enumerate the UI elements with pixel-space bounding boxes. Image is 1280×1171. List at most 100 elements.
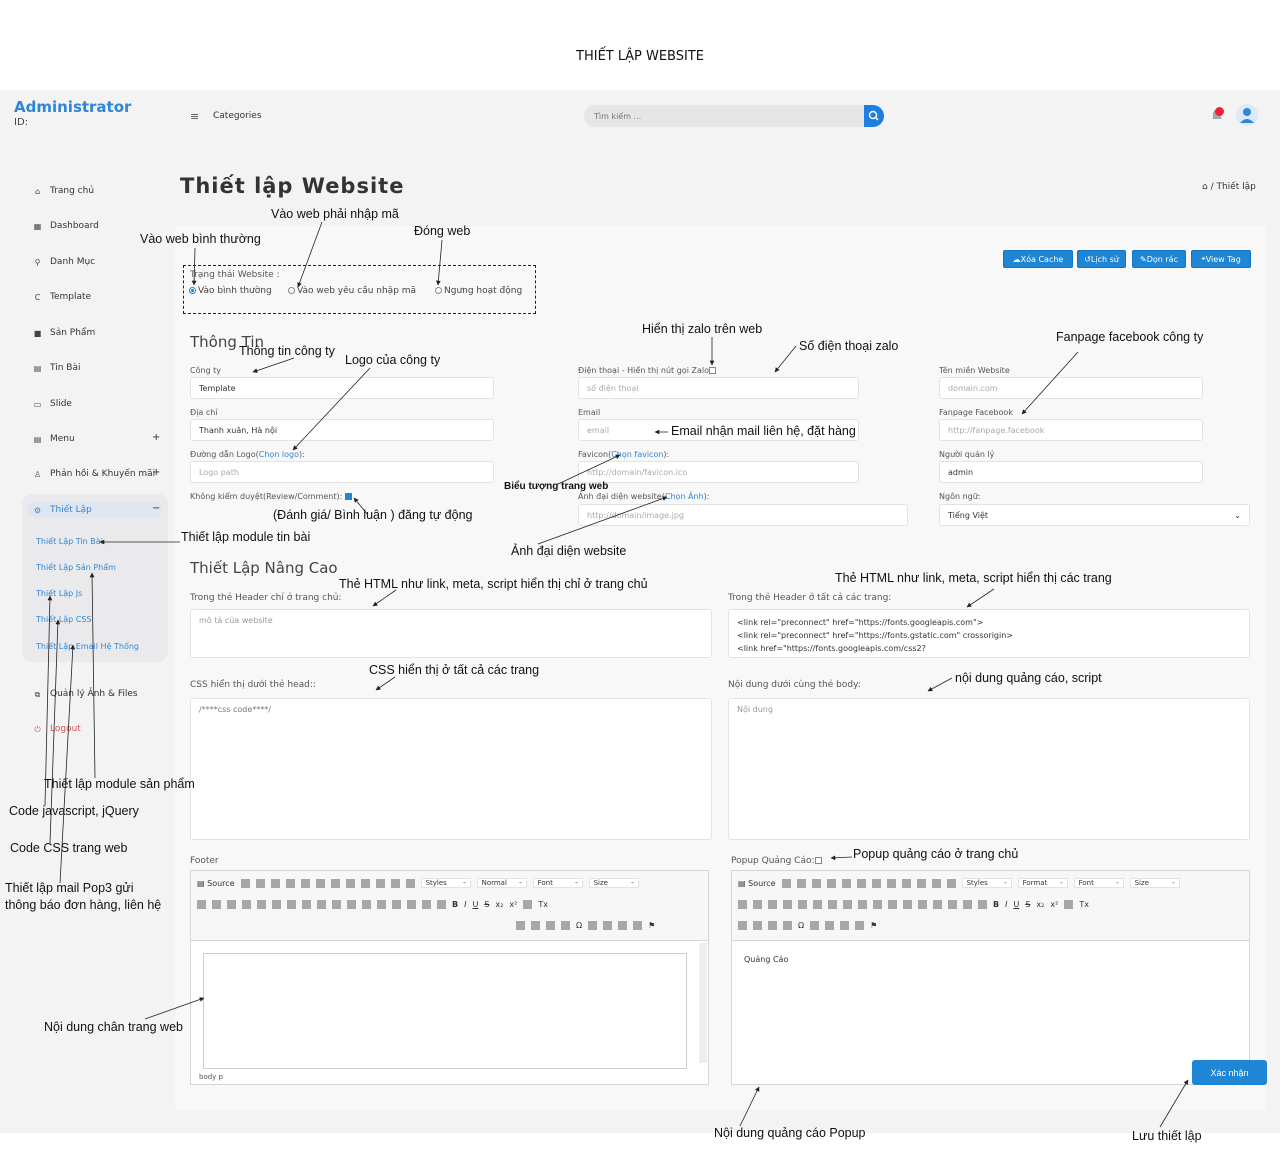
new-page-icon[interactable] bbox=[255, 878, 265, 888]
smiley-icon[interactable] bbox=[783, 921, 792, 930]
language-select[interactable]: Tiếng Việt ⌄ bbox=[939, 504, 1250, 526]
paste-text-icon[interactable] bbox=[360, 878, 370, 888]
fanpage-input[interactable]: http://fanpage.facebook bbox=[939, 419, 1203, 441]
choose-logo-link[interactable]: Chọn logo bbox=[259, 450, 299, 459]
table-icon[interactable] bbox=[753, 921, 762, 930]
paste-icon[interactable] bbox=[886, 878, 896, 888]
language-icon[interactable] bbox=[437, 900, 446, 909]
maximize-icon[interactable] bbox=[768, 900, 777, 909]
expand-menu-icon[interactable]: + bbox=[152, 432, 160, 443]
align-right-icon[interactable] bbox=[377, 900, 386, 909]
submenu-news-settings[interactable]: Thiết Lập Tin Bài bbox=[36, 537, 103, 546]
div-icon[interactable] bbox=[873, 900, 882, 909]
align-center-icon[interactable] bbox=[903, 900, 912, 909]
header-home-textarea[interactable]: mô tả của website bbox=[190, 609, 712, 658]
underline-icon[interactable]: U bbox=[1013, 900, 1019, 909]
submit-button[interactable]: Xác nhận bbox=[1192, 1060, 1267, 1085]
preview-icon[interactable] bbox=[811, 878, 821, 888]
underline-icon[interactable]: U bbox=[472, 900, 478, 909]
view-tag-button[interactable]: ⌖ View Tag bbox=[1191, 250, 1251, 268]
image-icon[interactable] bbox=[516, 921, 525, 930]
sidebar-item-products[interactable]: ■ Sản Phẩm bbox=[33, 328, 96, 338]
sidebar-item-feedback[interactable]: ♙ Phản hồi & Khuyến mãi bbox=[33, 469, 155, 479]
rtl-icon[interactable] bbox=[422, 900, 431, 909]
strike-icon[interactable]: S bbox=[1025, 900, 1030, 909]
link-icon[interactable] bbox=[618, 921, 628, 930]
clean-trash-button[interactable]: ✎ Dọn rác bbox=[1132, 250, 1186, 268]
ltr-icon[interactable] bbox=[407, 900, 416, 909]
bold-icon[interactable]: B bbox=[993, 900, 999, 909]
submenu-css-settings[interactable]: Thiết Lập CSS bbox=[36, 615, 92, 624]
subscript-icon[interactable]: x₂ bbox=[495, 900, 503, 909]
bulleted-list-icon[interactable] bbox=[813, 900, 822, 909]
italic-icon[interactable]: I bbox=[1005, 900, 1007, 909]
redo-icon[interactable] bbox=[405, 878, 415, 888]
bg-color-icon[interactable] bbox=[753, 900, 762, 909]
menu-toggle-icon[interactable]: ≡ bbox=[190, 110, 199, 123]
favicon-input[interactable]: http://domain/favicon.ico bbox=[578, 461, 859, 483]
pagebreak-icon[interactable] bbox=[588, 921, 598, 930]
format-select[interactable]: Format - bbox=[1017, 878, 1068, 888]
italic-icon[interactable]: I bbox=[464, 900, 466, 909]
size-select[interactable]: Size - bbox=[588, 878, 639, 888]
image-icon[interactable] bbox=[738, 921, 747, 930]
text-color-icon[interactable] bbox=[197, 900, 206, 909]
admin-input[interactable]: admin bbox=[939, 461, 1203, 483]
indent-icon[interactable] bbox=[302, 900, 311, 909]
header-all-textarea[interactable]: <link rel="preconnect" href="https://fon… bbox=[728, 609, 1250, 658]
expand-feedback-icon[interactable]: + bbox=[152, 467, 160, 478]
save-icon[interactable] bbox=[781, 878, 791, 888]
image-input[interactable]: http://domain/image.jpg bbox=[578, 504, 908, 526]
numbered-list-icon[interactable] bbox=[257, 900, 266, 909]
cut-icon[interactable] bbox=[315, 878, 325, 888]
save-icon[interactable] bbox=[240, 878, 250, 888]
sidebar-item-slide[interactable]: ▭ Slide bbox=[33, 399, 72, 409]
sidebar-item-menu[interactable]: ▤ Menu bbox=[33, 434, 75, 444]
superscript-icon[interactable]: x² bbox=[509, 900, 517, 909]
anchor-icon[interactable]: ⚑ bbox=[648, 921, 655, 930]
table-icon[interactable] bbox=[531, 921, 540, 930]
redo-icon[interactable] bbox=[946, 878, 956, 888]
align-right-icon[interactable] bbox=[918, 900, 927, 909]
bulleted-list-icon[interactable] bbox=[272, 900, 281, 909]
status-normal-radio[interactable]: Vào bình thường bbox=[189, 286, 272, 296]
special-char-icon[interactable]: Ω bbox=[798, 921, 804, 930]
undo-icon[interactable] bbox=[931, 878, 941, 888]
home-icon[interactable]: ⌂ bbox=[1202, 182, 1211, 192]
div-icon[interactable] bbox=[332, 900, 341, 909]
outdent-icon[interactable] bbox=[287, 900, 296, 909]
styles-select[interactable]: Styles - bbox=[420, 878, 471, 888]
align-center-icon[interactable] bbox=[362, 900, 371, 909]
show-blocks-icon[interactable] bbox=[242, 900, 251, 909]
sidebar-item-news[interactable]: ▤ Tin Bài bbox=[33, 363, 81, 373]
submenu-product-settings[interactable]: Thiết Lập Sản Phẩm bbox=[36, 563, 116, 572]
user-avatar-icon[interactable] bbox=[1236, 104, 1258, 126]
styles-select[interactable]: Styles - bbox=[961, 878, 1012, 888]
copy-icon[interactable] bbox=[330, 878, 340, 888]
hr-icon[interactable] bbox=[768, 921, 777, 930]
new-page-icon[interactable] bbox=[796, 878, 806, 888]
outdent-icon[interactable] bbox=[828, 900, 837, 909]
font-select[interactable]: Font - bbox=[1073, 878, 1124, 888]
align-left-icon[interactable] bbox=[347, 900, 356, 909]
categories-link[interactable]: Categories bbox=[213, 111, 262, 121]
collapse-settings-icon[interactable]: − bbox=[152, 503, 160, 514]
domain-input[interactable]: domain.com bbox=[939, 377, 1203, 399]
anchor-icon[interactable]: ⚑ bbox=[870, 921, 877, 930]
strike-icon[interactable]: S bbox=[484, 900, 489, 909]
source-button[interactable]: ▤ Source bbox=[197, 879, 235, 888]
templates-icon[interactable] bbox=[300, 878, 310, 888]
paste-icon[interactable] bbox=[345, 878, 355, 888]
link-icon[interactable] bbox=[840, 921, 850, 930]
paste-word-icon[interactable] bbox=[916, 878, 926, 888]
submenu-email-settings[interactable]: Thiết Lập Email Hệ Thống bbox=[36, 642, 139, 651]
sidebar-item-logout[interactable]: ⏻ Logout bbox=[33, 724, 81, 734]
justify-icon[interactable] bbox=[392, 900, 401, 909]
copy-format-icon[interactable] bbox=[1064, 900, 1074, 909]
brand-title[interactable]: Administrator bbox=[14, 98, 131, 116]
sidebar-item-files[interactable]: ⧉ Quản lý Ảnh & Files bbox=[33, 689, 138, 699]
paste-text-icon[interactable] bbox=[901, 878, 911, 888]
hr-icon[interactable] bbox=[546, 921, 555, 930]
special-char-icon[interactable]: Ω bbox=[576, 921, 582, 930]
company-input[interactable]: Template bbox=[190, 377, 494, 399]
